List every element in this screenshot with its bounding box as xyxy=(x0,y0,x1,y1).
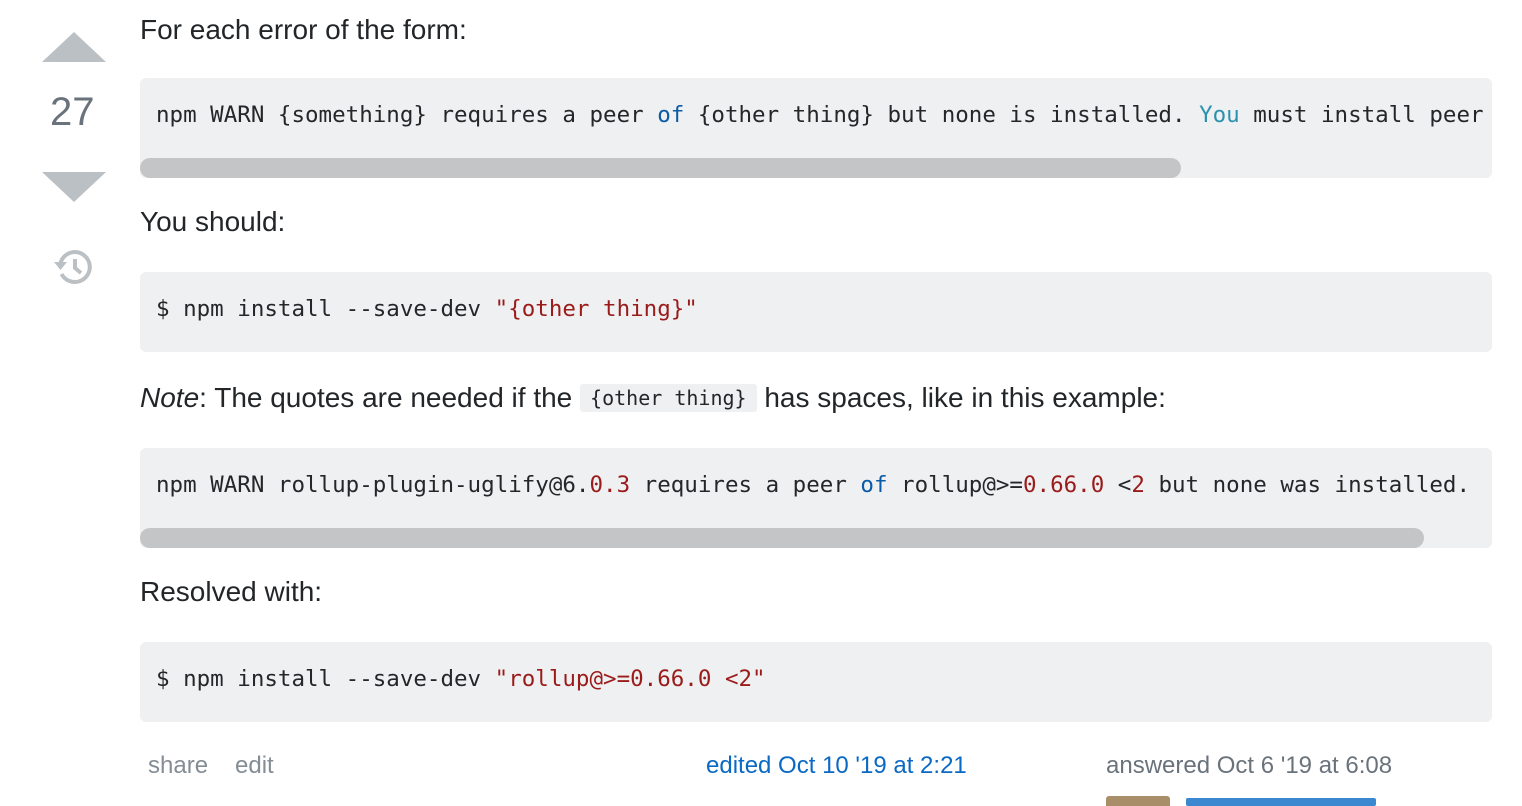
code-token: {other thing} but none is installed. xyxy=(684,102,1200,128)
code-token: of xyxy=(860,472,888,498)
code-string: "rollup@>=0.66.0 <2" xyxy=(494,666,766,692)
code-token: 2 xyxy=(1131,472,1145,498)
code-token: 0.66.0 xyxy=(1022,472,1105,498)
code-token: $ npm install --save-dev xyxy=(156,666,495,692)
code-token: rollup@>= xyxy=(887,472,1023,498)
code-block-warning: npm WARN {something} requires a peer of … xyxy=(140,78,1492,178)
code-string: "{other thing}" xyxy=(494,296,698,322)
downvote-arrow-icon[interactable] xyxy=(42,172,106,202)
code-token: $ npm install --save-dev xyxy=(156,296,495,322)
edit-link[interactable]: edit xyxy=(235,752,274,780)
code-token: npm WARN rollup-plugin-uglify@6. xyxy=(156,472,590,498)
code-install-command: $ npm install --save-dev "{other thing}" xyxy=(140,272,1492,324)
horizontal-scrollbar[interactable] xyxy=(140,158,1181,178)
code-token: but none was installed. xyxy=(1144,472,1471,498)
code-token: of xyxy=(657,102,685,128)
code-token: < xyxy=(1104,472,1132,498)
code-token: npm WARN {something} requires a peer xyxy=(156,102,658,128)
code-warning-text: npm WARN {something} requires a peer of … xyxy=(140,78,1492,130)
paragraph-you-should: You should: xyxy=(140,206,286,237)
note-text: has spaces, like in this example: xyxy=(756,382,1166,413)
code-token: 0.3 xyxy=(589,472,631,498)
code-token: You xyxy=(1199,102,1240,128)
paragraph-error-form: For each error of the form: xyxy=(140,14,467,45)
code-block-install: $ npm install --save-dev "{other thing}" xyxy=(140,272,1492,352)
code-example-text: npm WARN rollup-plugin-uglify@6.0.3 requ… xyxy=(140,448,1492,500)
note-label: Note xyxy=(140,382,200,413)
share-link[interactable]: share xyxy=(148,752,208,780)
code-token: must install peer dependencies yourself. xyxy=(1253,102,1484,128)
code-block-example: npm WARN rollup-plugin-uglify@6.0.3 requ… xyxy=(140,448,1492,548)
code-token: requires a peer xyxy=(630,472,861,498)
avatar[interactable] xyxy=(1106,796,1170,806)
vote-count: 27 xyxy=(50,90,95,134)
inline-code: {other thing} xyxy=(580,384,757,412)
paragraph-note: Note: The quotes are needed if the {othe… xyxy=(140,380,1166,418)
paragraph-resolved: Resolved with: xyxy=(140,576,323,607)
code-resolved-command: $ npm install --save-dev "rollup@>=0.66.… xyxy=(140,642,1492,694)
answered-timestamp: answered Oct 6 '19 at 6:08 xyxy=(1106,752,1393,779)
horizontal-scrollbar[interactable] xyxy=(140,528,1424,548)
history-icon[interactable] xyxy=(52,246,94,288)
code-block-resolved: $ npm install --save-dev "rollup@>=0.66.… xyxy=(140,642,1492,722)
note-text: : The quotes are needed if the xyxy=(199,382,581,413)
edited-timestamp-link[interactable]: edited Oct 10 '19 at 2:21 xyxy=(706,752,967,780)
upvote-arrow-icon[interactable] xyxy=(42,32,106,62)
user-name-link[interactable] xyxy=(1186,798,1376,806)
